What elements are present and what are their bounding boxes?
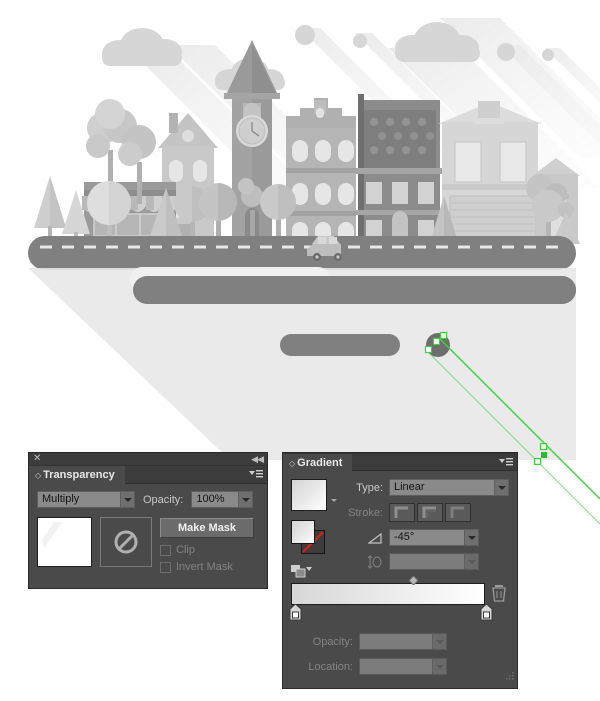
- transparency-panel[interactable]: ✕ ◀◀ ◇ Transparency Multiply Opacity: 10…: [28, 452, 268, 589]
- artwork-thumbnail[interactable]: [37, 517, 92, 567]
- gradient-stop-end[interactable]: [480, 603, 493, 624]
- chevron-down-icon[interactable]: [238, 492, 253, 507]
- no-mask-icon: [114, 530, 138, 554]
- panel-menu-icon[interactable]: [249, 469, 263, 480]
- stroke-across-button[interactable]: [445, 503, 471, 522]
- fill-swatch[interactable]: [291, 520, 315, 544]
- tab-diamond-icon: ◇: [289, 459, 296, 468]
- chevron-down-icon[interactable]: [464, 530, 478, 545]
- invert-mask-checkbox[interactable]: [160, 561, 171, 573]
- tab-transparency-label: Transparency: [43, 469, 115, 481]
- screenshot-root: ✕ ◀◀ ◇ Transparency Multiply Opacity: 10…: [0, 0, 600, 701]
- gradient-stop-start[interactable]: [289, 603, 302, 624]
- type-label: Type:: [356, 481, 383, 494]
- chevron-down-icon[interactable]: [494, 480, 508, 495]
- blend-mode-select[interactable]: Multiply: [37, 491, 135, 508]
- tab-gradient[interactable]: ◇ Gradient: [283, 454, 353, 472]
- gradient-angle-value: -45°: [394, 531, 415, 543]
- city-illustration-svg: [0, 0, 600, 460]
- close-icon[interactable]: ✕: [33, 454, 41, 464]
- clip-label: Clip: [176, 544, 195, 556]
- gradient-angle-input[interactable]: -45°: [389, 529, 479, 546]
- fill-stroke-indicator[interactable]: [291, 520, 331, 558]
- gradient-fill-type-icon[interactable]: [291, 565, 335, 579]
- gradient-midpoint-diamond-icon[interactable]: [408, 575, 419, 588]
- aspect-ratio-input[interactable]: [389, 553, 479, 570]
- opacity-label: Opacity:: [143, 493, 184, 506]
- invert-mask-label: Invert Mask: [176, 561, 233, 573]
- tab-gradient-label: Gradient: [297, 457, 343, 469]
- tab-transparency[interactable]: ◇ Transparency: [29, 466, 125, 484]
- gradient-type-value: Linear: [394, 481, 425, 493]
- opacity-value: 100%: [196, 493, 225, 505]
- gradient-opacity-label: Opacity:: [312, 635, 353, 648]
- blend-mode-value: Multiply: [42, 493, 80, 505]
- gradient-swatch-dropdown-icon[interactable]: [331, 493, 337, 505]
- gradient-slider-track[interactable]: [291, 583, 485, 605]
- delete-stop-icon[interactable]: [492, 585, 506, 605]
- stroke-along-button[interactable]: [417, 503, 443, 522]
- gradient-tabbar[interactable]: ◇ Gradient: [283, 453, 517, 472]
- panel-menu-icon[interactable]: [499, 457, 513, 468]
- gradient-preview-swatch[interactable]: [291, 479, 327, 511]
- angle-icon: [347, 532, 383, 544]
- chevron-down-icon[interactable]: [432, 659, 446, 674]
- transparency-tabbar[interactable]: ◇ Transparency: [29, 466, 267, 484]
- gradient-location-input[interactable]: [359, 658, 447, 675]
- gradient-location-label: Location:: [308, 660, 353, 673]
- gradient-type-select[interactable]: Linear: [389, 479, 509, 496]
- city-illustration: [0, 0, 600, 460]
- stroke-label: Stroke:: [348, 506, 383, 519]
- gradient-opacity-input[interactable]: [359, 633, 447, 650]
- stroke-within-button[interactable]: [389, 503, 415, 522]
- mask-thumbnail[interactable]: [100, 517, 152, 567]
- collapse-to-icons-icon[interactable]: ◀◀: [251, 454, 264, 465]
- make-mask-button[interactable]: Make Mask: [160, 518, 254, 538]
- aspect-ratio-icon: [347, 554, 383, 569]
- gradient-panel[interactable]: ◇ Gradient Type: Linear Stroke: -45° Opa…: [282, 452, 518, 689]
- panel-resize-grip[interactable]: [503, 671, 515, 686]
- tab-diamond-icon: ◇: [35, 471, 42, 480]
- chevron-down-icon[interactable]: [120, 492, 134, 507]
- clip-checkbox[interactable]: [160, 544, 171, 556]
- transparency-panel-topbar[interactable]: ✕ ◀◀: [29, 453, 267, 466]
- chevron-down-icon[interactable]: [464, 554, 478, 569]
- chevron-down-icon[interactable]: [432, 634, 446, 649]
- opacity-input[interactable]: 100%: [191, 491, 254, 508]
